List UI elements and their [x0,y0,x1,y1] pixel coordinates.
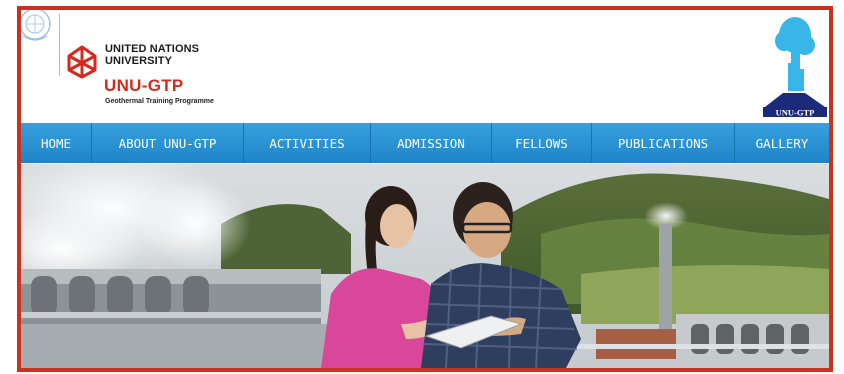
page-frame: UNITED NATIONS UNIVERSITY UNU-GTP Geothe… [17,6,833,372]
nav-item-fellows[interactable]: FELLOWS [492,123,592,163]
org-name-line-2: UNIVERSITY [105,55,173,67]
unu-logo-icon[interactable] [64,44,100,80]
chimney [659,224,672,329]
nav-item-home[interactable]: HOME [21,123,92,163]
header-divider [59,14,60,76]
nav-item-admission[interactable]: ADMISSION [371,123,492,163]
hero-photo [21,164,829,368]
nav-item-gallery[interactable]: GALLERY [735,123,829,163]
site-header: UNITED NATIONS UNIVERSITY UNU-GTP Geothe… [21,10,829,120]
nav-item-publications[interactable]: PUBLICATIONS [592,123,735,163]
org-name-line-1: UNITED NATIONS [105,43,200,55]
corner-logo-text: UNU-GTP [776,108,815,118]
nav-item-activities[interactable]: ACTIVITIES [244,123,371,163]
nav-item-about[interactable]: ABOUT UNU-GTP [92,123,244,163]
un-emblem-icon [21,10,51,41]
hero-banner [21,164,829,368]
programme-full-name: Geothermal Training Programme [105,98,214,105]
gtp-corner-logo-icon[interactable]: UNU-GTP [761,13,827,117]
programme-short-name[interactable]: UNU-GTP [104,76,184,96]
main-navigation: HOME ABOUT UNU-GTP ACTIVITIES ADMISSION … [21,123,829,163]
